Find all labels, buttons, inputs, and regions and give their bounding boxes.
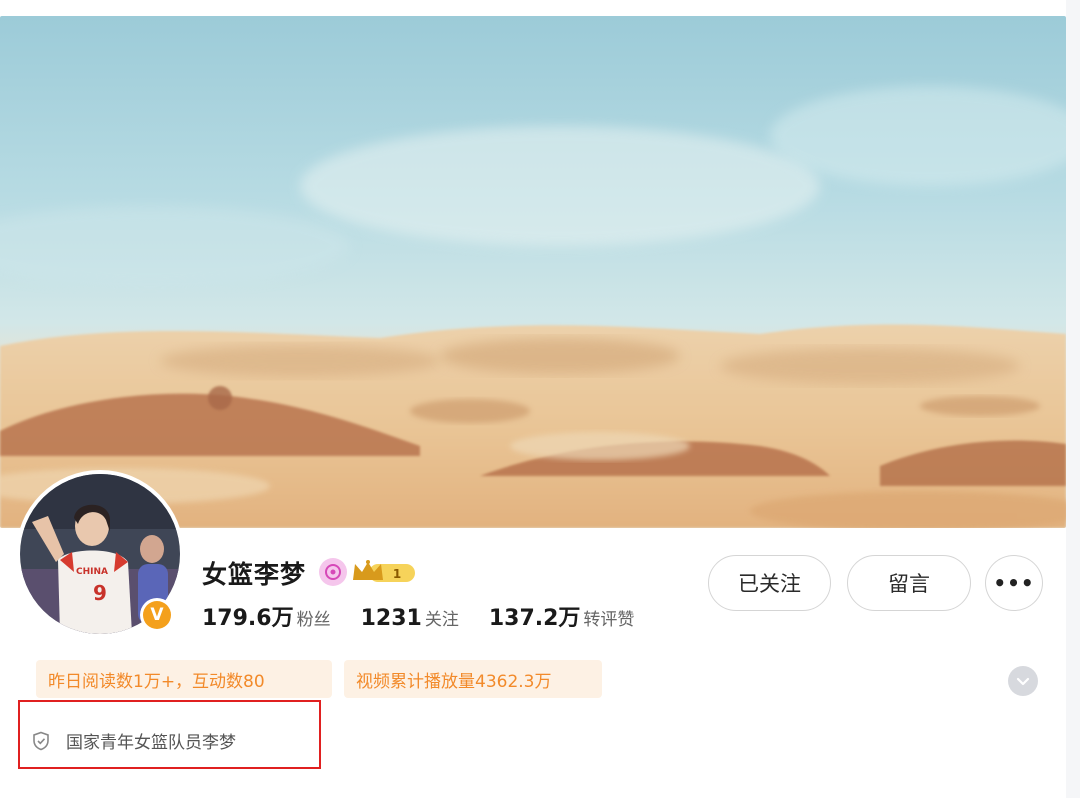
interactions-count: 137.2万 — [488, 606, 581, 631]
cover-banner — [0, 16, 1066, 528]
reads-tag[interactable]: 昨日阅读数1万+，互动数80 — [36, 660, 332, 698]
fans-label[interactable]: 粉丝 — [297, 610, 331, 630]
video-plays-tag[interactable]: 视频累计播放量4362.3万 — [344, 660, 602, 698]
page-edge — [1066, 0, 1080, 798]
bio-text: 国家青年女篮队员李梦 — [66, 733, 236, 753]
follow-button[interactable]: 已关注 — [708, 555, 831, 611]
following-count[interactable]: 1231 — [361, 606, 422, 631]
profile-page: CHINA 9 V 女篮李梦 1 179.6万 粉丝 1231 关注 137.2万 转评赞… — [0, 0, 1080, 798]
crown-vip-icon[interactable]: 1 — [351, 558, 419, 586]
vip-level: 1 — [393, 567, 401, 581]
message-button[interactable]: 留言 — [847, 555, 971, 611]
fans-count[interactable]: 179.6万 — [202, 606, 294, 631]
bio: 国家青年女篮队员李梦 — [32, 728, 236, 753]
jersey-text: CHINA — [76, 567, 108, 577]
shield-icon — [32, 731, 50, 751]
verified-mark: V — [143, 601, 171, 629]
following-label[interactable]: 关注 — [425, 610, 459, 630]
jersey-number: 9 — [93, 581, 107, 605]
cover-image — [0, 16, 1066, 528]
profile-name: 女篮李梦 — [202, 560, 307, 589]
chevron-down-icon[interactable] — [1008, 666, 1038, 696]
more-dots-icon[interactable]: ••• — [985, 555, 1043, 611]
verified-v-icon: V — [140, 598, 174, 632]
interactions-label: 转评赞 — [583, 610, 635, 630]
pink-sparkle-icon[interactable] — [319, 558, 347, 586]
profile-stats: 179.6万 粉丝 1231 关注 137.2万 转评赞 — [202, 600, 634, 632]
